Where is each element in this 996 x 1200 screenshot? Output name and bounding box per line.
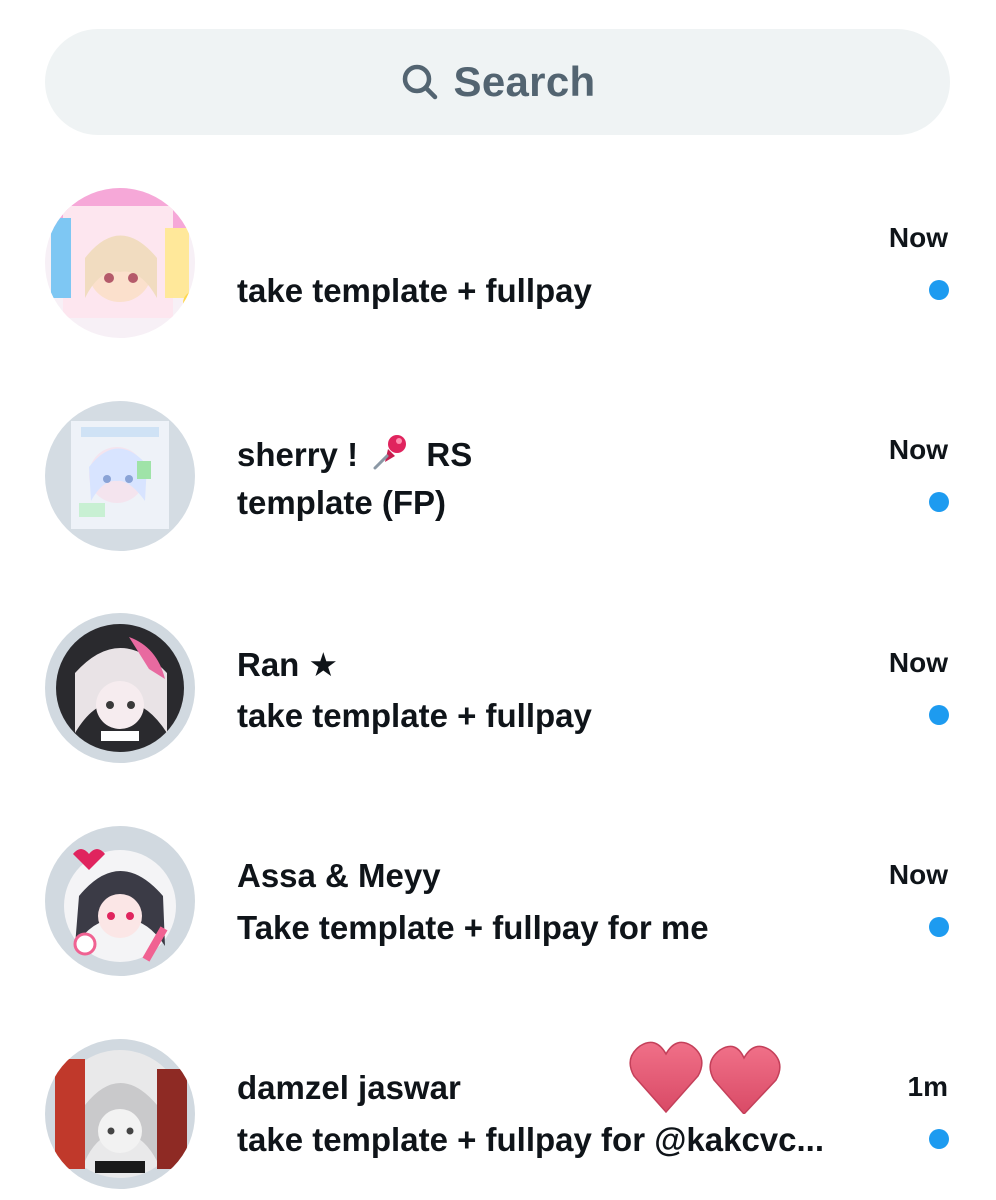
avatar[interactable]: [45, 826, 195, 976]
conversation-time: Now: [888, 859, 948, 890]
unread-indicator: [929, 1129, 949, 1149]
name-part: RS: [426, 436, 473, 473]
two-hearts-sticker: [629, 1041, 781, 1114]
conversation-time: Now: [888, 222, 948, 253]
conversation-name: damzel jaswar: [237, 1069, 461, 1106]
conversation-preview: Take template + fullpay for me: [237, 909, 709, 946]
conversation-preview: take template + fullpay: [237, 697, 592, 734]
conversation-preview: template (FP): [237, 484, 447, 521]
pushpin-icon: [373, 435, 407, 470]
avatar[interactable]: [45, 613, 195, 763]
conversation-preview: take template + fullpay: [237, 272, 592, 309]
conversation-name: Ran ★: [237, 646, 339, 683]
search-label: Search: [453, 58, 596, 105]
conversation-time: Now: [888, 647, 948, 678]
conversation-time: 1m: [907, 1071, 948, 1102]
avatar[interactable]: [45, 188, 195, 338]
conversation-name: Assa & Meyy: [237, 857, 441, 894]
unread-indicator: [929, 492, 949, 512]
unread-indicator: [929, 280, 949, 300]
conversation-name: sherry ! RS: [237, 432, 472, 474]
unread-indicator: [929, 705, 949, 725]
unread-indicator: [929, 917, 949, 937]
messages-page: Search Now take template + fullpay sherr…: [0, 0, 996, 1200]
search-bar[interactable]: Search: [45, 29, 950, 135]
name-part: sherry !: [237, 436, 359, 473]
avatar[interactable]: [45, 1039, 195, 1189]
search-icon: [402, 64, 437, 100]
conversation-time: Now: [888, 434, 948, 465]
avatar[interactable]: [45, 401, 195, 551]
conversation-preview: take template + fullpay for @kakcvc...: [237, 1121, 825, 1158]
